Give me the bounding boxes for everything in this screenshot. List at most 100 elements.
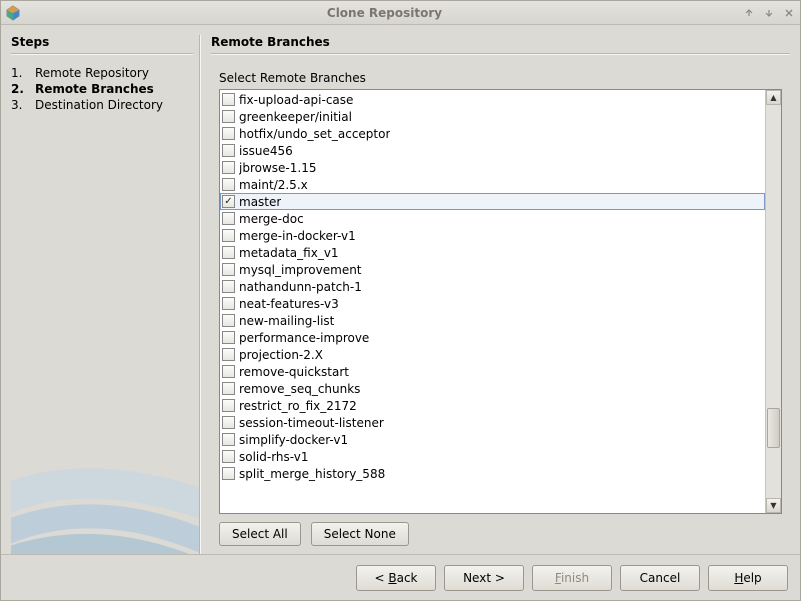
step-number: 2. [11, 82, 25, 96]
branch-name: merge-doc [239, 212, 304, 226]
branch-checkbox[interactable] [222, 110, 235, 123]
branch-row[interactable]: greenkeeper/initial [220, 108, 765, 125]
branch-checkbox[interactable] [222, 331, 235, 344]
next-button[interactable]: Next > [444, 565, 524, 591]
scroll-up-button[interactable]: ▲ [766, 90, 781, 105]
wizard-step: 1. Remote Repository [11, 65, 193, 81]
branch-row[interactable]: restrict_ro_fix_2172 [220, 397, 765, 414]
branch-name: restrict_ro_fix_2172 [239, 399, 357, 413]
branch-checkbox[interactable] [222, 399, 235, 412]
section-label: Select Remote Branches [219, 71, 790, 85]
dialog-footer: < Back Next > Finish Cancel Help [1, 554, 800, 600]
branch-checkbox[interactable] [222, 178, 235, 191]
select-all-button[interactable]: Select All [219, 522, 301, 546]
step-label: Remote Repository [35, 66, 149, 80]
branch-row[interactable]: fix-upload-api-case [220, 91, 765, 108]
branch-checkbox[interactable] [222, 297, 235, 310]
branch-name: split_merge_history_588 [239, 467, 385, 481]
branch-checkbox[interactable] [222, 280, 235, 293]
branch-checkbox[interactable] [222, 314, 235, 327]
branch-checkbox[interactable] [222, 229, 235, 242]
select-none-button[interactable]: Select None [311, 522, 409, 546]
branch-name: issue456 [239, 144, 293, 158]
titlebar: Clone Repository [1, 1, 800, 25]
branch-name: neat-features-v3 [239, 297, 339, 311]
page-title: Remote Branches [211, 35, 790, 49]
branch-row[interactable]: merge-in-docker-v1 [220, 227, 765, 244]
branch-name: jbrowse-1.15 [239, 161, 316, 175]
branch-name: session-timeout-listener [239, 416, 384, 430]
cancel-button[interactable]: Cancel [620, 565, 700, 591]
branch-name: performance-improve [239, 331, 369, 345]
branch-checkbox[interactable] [222, 365, 235, 378]
branch-checkbox[interactable] [222, 450, 235, 463]
branch-row[interactable]: merge-doc [220, 210, 765, 227]
branch-name: maint/2.5.x [239, 178, 308, 192]
branch-row[interactable]: solid-rhs-v1 [220, 448, 765, 465]
branch-row[interactable]: simplify-docker-v1 [220, 431, 765, 448]
branch-list[interactable]: fix-upload-api-casegreenkeeper/initial ho… [220, 90, 765, 513]
branch-row[interactable]: remove_seq_chunks [220, 380, 765, 397]
vertical-scrollbar[interactable]: ▲ ▼ [765, 90, 781, 513]
step-number: 1. [11, 66, 25, 80]
branch-row[interactable]: projection-2.X [220, 346, 765, 363]
branch-checkbox[interactable] [222, 416, 235, 429]
steps-header: Steps [11, 35, 193, 49]
branch-name: new-mailing-list [239, 314, 334, 328]
branch-list-container: fix-upload-api-casegreenkeeper/initial ho… [219, 89, 782, 514]
branch-checkbox[interactable] [222, 144, 235, 157]
branch-name: hotfix/undo_set_acceptor [239, 127, 390, 141]
branch-row[interactable]: neat-features-v3 [220, 295, 765, 312]
branch-name: master [239, 195, 281, 209]
branch-name: projection-2.X [239, 348, 323, 362]
finish-button: Finish [532, 565, 612, 591]
branch-checkbox[interactable] [222, 382, 235, 395]
branch-row[interactable]: issue456 [220, 142, 765, 159]
main-pane: Remote Branches Select Remote Branches f… [211, 35, 790, 554]
branch-checkbox[interactable] [222, 93, 235, 106]
steps-list: 1. Remote Repository 2. Remote Branches 3. De… [11, 65, 193, 113]
branch-checkbox[interactable] [222, 246, 235, 259]
app-icon [5, 5, 21, 21]
branch-row[interactable]: performance-improve [220, 329, 765, 346]
close-icon[interactable] [782, 6, 796, 20]
branch-name: remove_seq_chunks [239, 382, 360, 396]
branch-row[interactable]: jbrowse-1.15 [220, 159, 765, 176]
vertical-divider [199, 35, 201, 554]
branch-checkbox[interactable] [222, 348, 235, 361]
branch-row[interactable]: maint/2.5.x [220, 176, 765, 193]
wizard-step: 2. Remote Branches [11, 81, 193, 97]
help-button[interactable]: Help [708, 565, 788, 591]
branch-row[interactable]: new-mailing-list [220, 312, 765, 329]
branch-row[interactable]: session-timeout-listener [220, 414, 765, 431]
branch-checkbox[interactable] [222, 212, 235, 225]
branch-name: merge-in-docker-v1 [239, 229, 356, 243]
branch-row[interactable]: metadata_fix_v1 [220, 244, 765, 261]
step-number: 3. [11, 98, 25, 112]
window-title: Clone Repository [27, 6, 742, 20]
scroll-thumb[interactable] [767, 408, 780, 448]
branch-row[interactable]: mysql_improvement [220, 261, 765, 278]
branch-checkbox[interactable]: ✓ [222, 195, 235, 208]
back-button[interactable]: < Back [356, 565, 436, 591]
steps-pane: Steps 1. Remote Repository 2. Remote Branch… [11, 35, 199, 554]
branch-row[interactable]: hotfix/undo_set_acceptor [220, 125, 765, 142]
branch-row[interactable]: ✓ master [220, 193, 765, 210]
wizard-step: 3. Destination Directory [11, 97, 193, 113]
branch-row[interactable]: remove-quickstart [220, 363, 765, 380]
minimize-icon[interactable] [742, 6, 756, 20]
branch-row[interactable]: split_merge_history_588 [220, 465, 765, 482]
branch-checkbox[interactable] [222, 161, 235, 174]
step-label: Destination Directory [35, 98, 163, 112]
maximize-icon[interactable] [762, 6, 776, 20]
branch-name: solid-rhs-v1 [239, 450, 309, 464]
step-label: Remote Branches [35, 82, 154, 96]
scroll-down-button[interactable]: ▼ [766, 498, 781, 513]
clone-repository-window: Clone Repository Steps 1. Remote Reposito… [0, 0, 801, 601]
branch-checkbox[interactable] [222, 127, 235, 140]
branch-checkbox[interactable] [222, 467, 235, 480]
branch-checkbox[interactable] [222, 263, 235, 276]
branch-name: nathandunn-patch-1 [239, 280, 362, 294]
branch-checkbox[interactable] [222, 433, 235, 446]
branch-row[interactable]: nathandunn-patch-1 [220, 278, 765, 295]
